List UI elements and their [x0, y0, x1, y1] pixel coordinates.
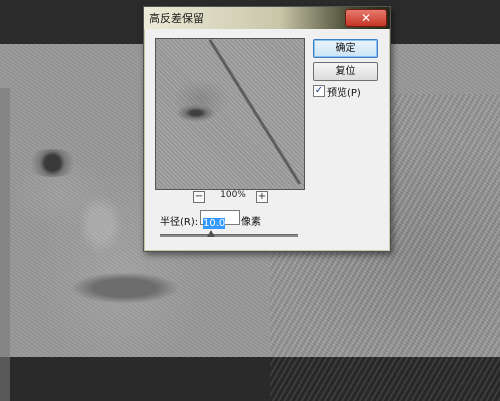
radius-slider-track[interactable] [160, 234, 298, 237]
check-icon: ✓ [314, 85, 324, 96]
radius-input[interactable]: 10.0 [200, 210, 240, 229]
radius-label: 半径(R): [160, 217, 199, 228]
preview-label: 预览(P) [327, 88, 361, 99]
radius-slider-thumb[interactable] [207, 230, 216, 237]
preview-checkbox[interactable]: ✓ [313, 85, 325, 97]
minus-icon: − [194, 191, 204, 202]
nose [78, 194, 123, 254]
dialog-titlebar[interactable]: 高反差保留 ✕ [144, 7, 390, 29]
zoom-in-button[interactable]: + [256, 191, 268, 203]
canvas-edge [0, 88, 10, 401]
dialog-title: 高反差保留 [149, 12, 204, 25]
ok-button[interactable]: 确定 [313, 39, 378, 58]
reset-button[interactable]: 复位 [313, 62, 378, 81]
left-eye [25, 149, 80, 177]
zoom-level: 100% [220, 190, 246, 200]
close-button[interactable]: ✕ [345, 9, 387, 27]
preview-eye [176, 104, 216, 122]
close-icon: ✕ [360, 11, 372, 25]
high-pass-dialog: 高反差保留 ✕ − 100% + 确定 复位 ✓ 预览(P) 半径(R): 10… [143, 6, 391, 252]
plus-icon: + [257, 191, 267, 202]
zoom-out-button[interactable]: − [193, 191, 205, 203]
radius-value: 10.0 [203, 218, 226, 229]
filter-preview[interactable] [155, 38, 305, 190]
lips [70, 272, 180, 304]
radius-unit: 像素 [241, 217, 261, 228]
